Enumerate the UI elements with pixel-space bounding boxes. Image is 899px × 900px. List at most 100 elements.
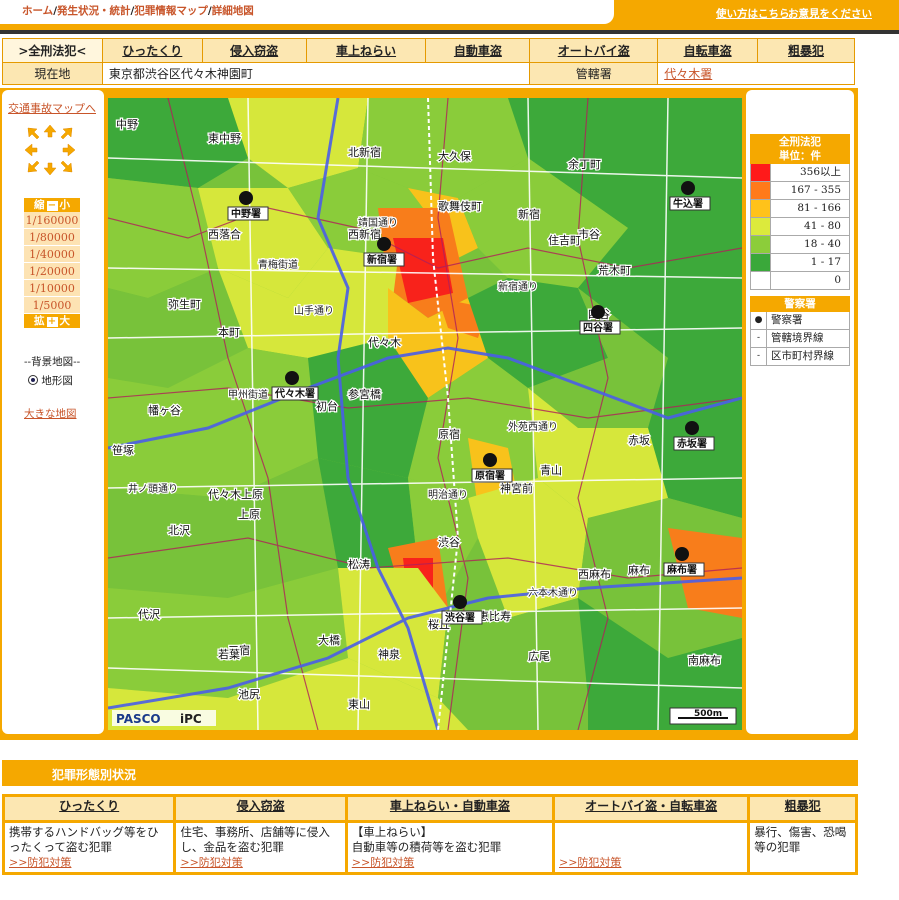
svg-text:西落合: 西落合 [208, 227, 241, 241]
legend-swatch [751, 182, 771, 199]
svg-text:上原: 上原 [238, 508, 260, 521]
zoom-scale-10000[interactable]: 1/10000 [24, 280, 80, 297]
zoom-out-header[interactable]: 縮 − 小 [24, 198, 80, 212]
svg-text:広尾: 広尾 [528, 650, 550, 663]
prevention-link[interactable]: >>防犯対策 [352, 856, 414, 869]
legend-row: 1 - 17 [750, 254, 850, 272]
crime-density-map[interactable]: 中野 東中野 北新宿 大久保 新宿 歌舞伎町 西新宿 代々木 参宮橋 初台 幡ヶ… [108, 98, 742, 730]
prevention-link[interactable]: >>防犯対策 [180, 856, 242, 869]
type-header-burglary[interactable]: 侵入窃盗 [173, 794, 348, 823]
svg-text:代々木上原: 代々木上原 [208, 488, 263, 501]
legend-panel: 全刑法犯 単位：件 356以上 167 - 355 81 - 166 41 - … [746, 90, 854, 734]
breadcrumb-detail-map: 詳細地図 [211, 5, 254, 17]
svg-text:荒木町: 荒木町 [598, 264, 631, 277]
svg-text:原宿署: 原宿署 [475, 469, 505, 482]
background-map-title: --背景地図-- [24, 356, 81, 368]
tab-car-theft[interactable]: 自動車盗 [425, 38, 531, 63]
svg-text:渋谷: 渋谷 [438, 536, 460, 549]
police-badge-icon: ● [751, 312, 767, 329]
breadcrumb: ホーム/発生状況・統計/犯罪情報マップ/詳細地図 [0, 0, 614, 24]
crime-type-table: ひったくり 侵入窃盗 車上ねらい・自動車盗 オートバイ盗・自転車盗 粗暴犯 携帯… [1, 794, 858, 875]
jurisdiction-link[interactable]: 代々木署 [657, 62, 855, 85]
svg-text:神泉: 神泉 [378, 647, 400, 661]
svg-text:恵比寿: 恵比寿 [478, 609, 511, 623]
type-desc-violent: 暴行、傷害、恐喝等の犯罪 [747, 820, 858, 875]
tab-violent-crime[interactable]: 粗暴犯 [757, 38, 855, 63]
svg-text:本町: 本町 [218, 325, 240, 339]
legend-row: 356以上 [750, 164, 850, 182]
type-header-snatching[interactable]: ひったくり [1, 794, 177, 823]
tab-all-crimes[interactable]: >全刑法犯< [2, 38, 103, 63]
zoom-in-header[interactable]: 拡 + 大 [24, 314, 80, 328]
svg-text:原宿: 原宿 [438, 427, 460, 441]
type-header-violent[interactable]: 粗暴犯 [747, 794, 858, 823]
svg-text:中野署: 中野署 [231, 207, 261, 220]
pasco-credit: PASCO [116, 712, 161, 726]
large-map-link[interactable]: 大きな地図 [24, 406, 77, 421]
svg-text:甲州街道: 甲州街道 [228, 388, 268, 401]
feedback-link[interactable]: お意見をください [788, 6, 872, 21]
traffic-accident-map-link[interactable]: 交通事故マップへ [8, 100, 96, 116]
svg-text:中野: 中野 [116, 118, 138, 131]
svg-text:赤坂: 赤坂 [628, 434, 650, 447]
svg-text:余丁町: 余丁町 [568, 157, 601, 171]
tab-car-break-in[interactable]: 車上ねらい [305, 38, 427, 63]
legend-swatch [751, 218, 771, 235]
tab-snatching[interactable]: ひったくり [101, 38, 203, 63]
svg-text:神宮前: 神宮前 [500, 481, 533, 495]
zoom-scale-20000[interactable]: 1/20000 [24, 263, 80, 280]
map-frame: 交通事故マップへ 縮 − 小 1/160000 1/80000 1/40000 1/… [0, 88, 858, 740]
tab-bicycle-theft[interactable]: 自転車盗 [657, 38, 759, 63]
svg-text:代々木署: 代々木署 [274, 387, 315, 400]
legend-swatch [751, 164, 771, 181]
zoom-scale-40000[interactable]: 1/40000 [24, 246, 80, 263]
type-desc-vehicle: 【車上ねらい】 自動車等の積荷等を盗む犯罪 >>防犯対策 [344, 820, 556, 875]
tab-burglary[interactable]: 侵入窃盗 [201, 38, 307, 63]
prevention-link[interactable]: >>防犯対策 [9, 856, 71, 869]
help-link[interactable]: 使い方はこちら [716, 6, 790, 21]
svg-text:麻布署: 麻布署 [666, 563, 697, 576]
breadcrumb-stats[interactable]: 発生状況・統計 [57, 5, 131, 17]
ipc-credit: iPC [180, 712, 202, 726]
svg-text:代々木: 代々木 [368, 336, 401, 349]
type-desc-snatching: 携帯するハンドバッグ等をひったくって盗む犯罪 >>防犯対策 [1, 820, 177, 875]
svg-text:参宮橋: 参宮橋 [348, 387, 381, 401]
map-canvas[interactable]: 中野 東中野 北新宿 大久保 新宿 歌舞伎町 西新宿 代々木 参宮橋 初台 幡ヶ… [108, 98, 742, 730]
left-control-panel: 交通事故マップへ 縮 − 小 1/160000 1/80000 1/40000 1/… [2, 90, 104, 734]
svg-text:西麻布: 西麻布 [578, 567, 611, 581]
legend-swatch [751, 200, 771, 217]
svg-text:大橋: 大橋 [318, 633, 340, 647]
breadcrumb-crime-map[interactable]: 犯罪情報マップ [134, 5, 208, 17]
location-value: 東京都渋谷区代々木神園町 [101, 62, 531, 85]
header-divider [0, 30, 899, 34]
pan-arrows-icon[interactable] [24, 124, 76, 176]
legend-row: 18 - 40 [750, 236, 850, 254]
location-label: 現在地 [2, 62, 103, 85]
svg-text:六本木通り: 六本木通り [528, 586, 578, 599]
svg-text:笹塚: 笹塚 [112, 444, 134, 457]
type-header-vehicle[interactable]: 車上ねらい・自動車盗 [344, 794, 556, 823]
radio-icon[interactable] [28, 375, 38, 385]
police-legend-title: 警察署 [750, 296, 850, 312]
header-bar: ホーム/発生状況・統計/犯罪情報マップ/詳細地図 使い方はこちら お意見をくださ… [0, 0, 899, 34]
svg-text:麻布: 麻布 [628, 563, 650, 577]
prevention-link[interactable]: >>防犯対策 [559, 856, 621, 869]
svg-text:靖国通り: 靖国通り [358, 216, 398, 229]
zoom-scale-80000[interactable]: 1/80000 [24, 229, 80, 246]
svg-text:東山: 東山 [348, 698, 370, 711]
tab-motorcycle-theft[interactable]: オートバイ盗 [529, 38, 659, 63]
breadcrumb-home[interactable]: ホーム [22, 5, 53, 17]
svg-text:歌舞伎町: 歌舞伎町 [438, 199, 482, 213]
svg-text:井ノ頭通り: 井ノ頭通り [128, 482, 178, 495]
svg-text:山手通り: 山手通り [294, 304, 334, 317]
legend-swatch [751, 272, 771, 289]
svg-text:四谷署: 四谷署 [583, 321, 613, 334]
terrain-map-option[interactable]: 地形図 [24, 373, 80, 388]
zoom-scale-5000[interactable]: 1/5000 [24, 297, 80, 314]
type-header-bike[interactable]: オートバイ盗・自転車盗 [551, 794, 751, 823]
jurisdiction-label: 管轄署 [529, 62, 659, 85]
police-legend-row: - 区市町村界線 [750, 348, 850, 366]
zoom-scale-160000[interactable]: 1/160000 [24, 212, 80, 229]
crime-category-table: >全刑法犯< ひったくり 侵入窃盗 車上ねらい 自動車盗 オートバイ盗 自転車盗… [2, 38, 855, 85]
svg-text:西新宿: 西新宿 [348, 227, 381, 241]
